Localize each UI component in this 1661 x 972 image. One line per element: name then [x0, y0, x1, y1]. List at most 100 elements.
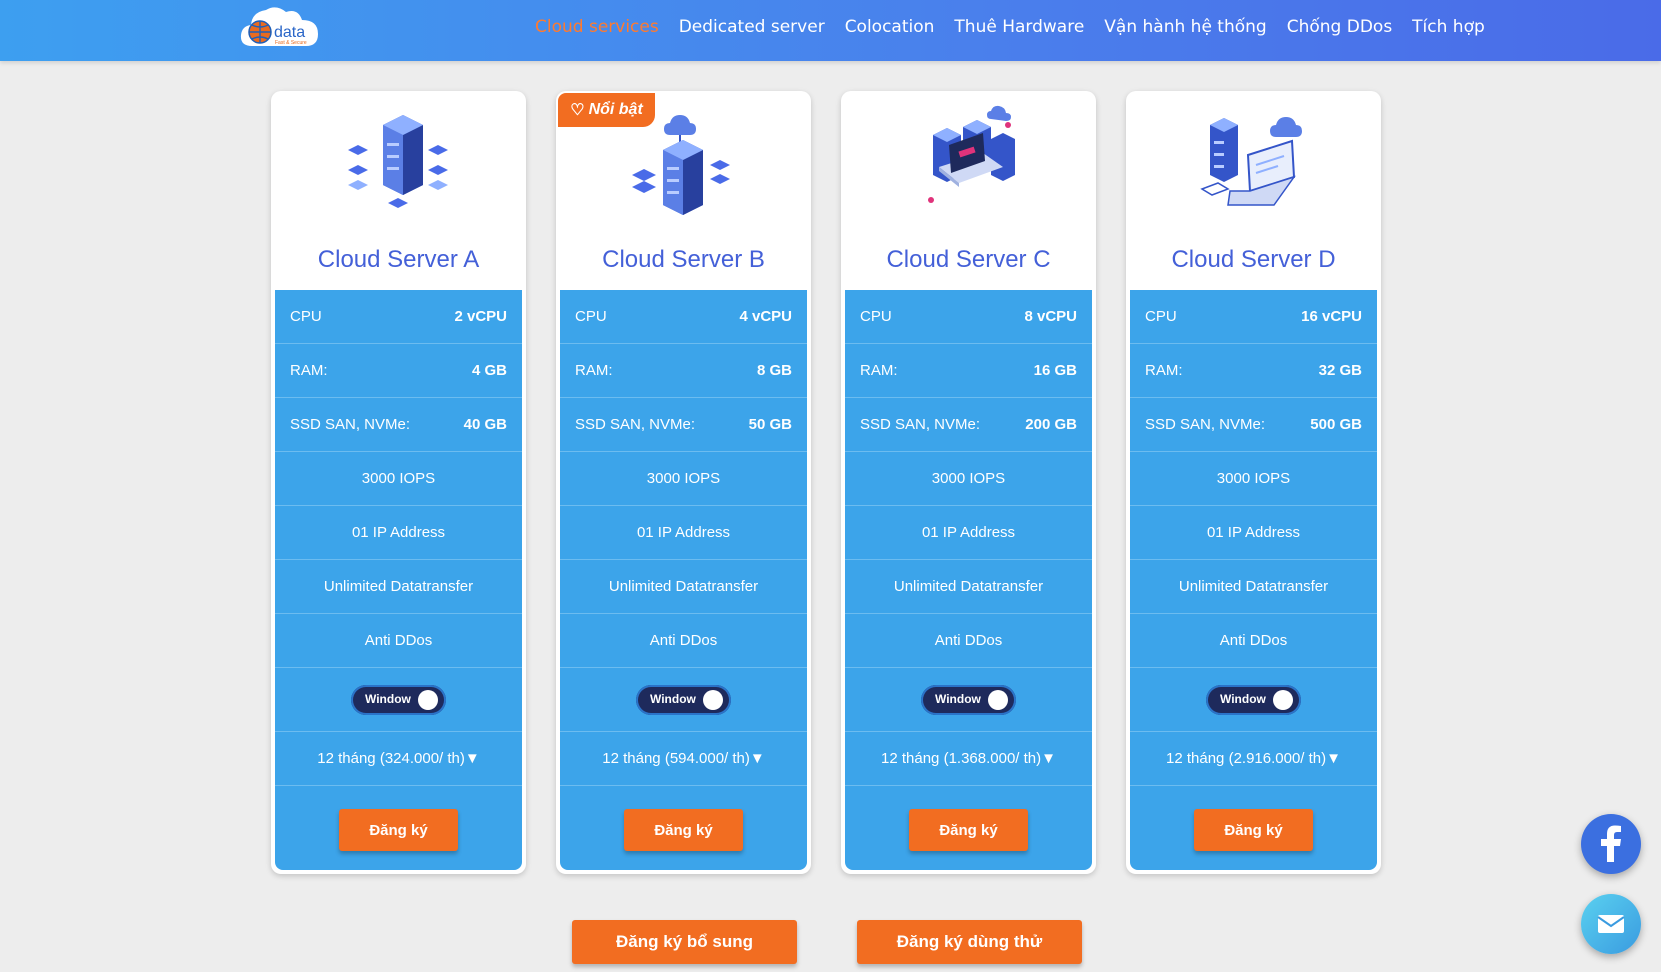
- top-navbar: data Fast & Secure Cloud services Dedica…: [0, 0, 1661, 61]
- toggle-knob: [418, 689, 438, 710]
- spec-row-cpu: CPU 4 vCPU: [560, 290, 807, 344]
- billing-period-select[interactable]: 12 tháng (1.368.000/ th)▼: [845, 732, 1092, 786]
- spec-value: 50 GB: [748, 416, 792, 433]
- spec-row-ram: RAM: 8 GB: [560, 344, 807, 398]
- spec-row-ssd: SSD SAN, NVMe: 200 GB: [845, 398, 1092, 452]
- spec-row-ram: RAM: 16 GB: [845, 344, 1092, 398]
- os-toggle[interactable]: Window: [351, 684, 446, 715]
- register-button[interactable]: Đăng ký: [909, 809, 1028, 851]
- cloud-laptop-illustration: [1188, 105, 1318, 225]
- spec-row-iops: 3000 IOPS: [275, 452, 522, 506]
- spec-value: 32 GB: [1318, 362, 1362, 379]
- toggle-label: Window: [935, 691, 981, 706]
- spec-value: 8 GB: [756, 362, 792, 379]
- plan-title: Cloud Server D: [1171, 246, 1336, 273]
- spec-label: RAM:: [860, 362, 898, 379]
- spec-row-ddos: Anti DDos: [845, 614, 1092, 668]
- plan-spec-panel: CPU 16 vCPU RAM: 32 GB SSD SAN, NVMe: 500 G…: [1130, 290, 1377, 870]
- nav-tich-hop[interactable]: Tích hợp: [1412, 17, 1485, 37]
- billing-period-select[interactable]: 12 tháng (324.000/ th)▼: [275, 732, 522, 786]
- billing-period-select[interactable]: 12 tháng (594.000/ th)▼: [560, 732, 807, 786]
- spec-row-ddos: Anti DDos: [560, 614, 807, 668]
- spec-label: CPU: [860, 308, 892, 325]
- spec-value: 16 GB: [1033, 362, 1077, 379]
- spec-row-ip: 01 IP Address: [560, 506, 807, 560]
- register-button[interactable]: Đăng ký: [1194, 809, 1313, 851]
- laptop-servers-illustration: [903, 105, 1033, 225]
- spec-row-transfer: Unlimited Datatransfer: [845, 560, 1092, 614]
- plan-title: Cloud Server A: [317, 246, 480, 273]
- spec-row-ip: 01 IP Address: [1130, 506, 1377, 560]
- toggle-label: Window: [1220, 691, 1266, 706]
- nav-chong-ddos[interactable]: Chống DDos: [1287, 17, 1392, 37]
- spec-value: 4 vCPU: [739, 308, 792, 325]
- spec-label: SSD SAN, NVMe:: [860, 416, 981, 433]
- spec-value: 4 GB: [471, 362, 507, 379]
- plan-card-a: Cloud Server A CPU 2 vCPU RAM: 4 GB SSD SA…: [271, 91, 526, 874]
- server-rack-illustration: [333, 105, 463, 225]
- plan-title: Cloud Server C: [886, 246, 1051, 273]
- spec-value: 8 vCPU: [1024, 308, 1077, 325]
- spec-row-ssd: SSD SAN, NVMe: 500 GB: [1130, 398, 1377, 452]
- svg-text:Fast & Secure: Fast & Secure: [275, 40, 307, 46]
- spec-row-ssd: SSD SAN, NVMe: 40 GB: [275, 398, 522, 452]
- nav-dedicated-server[interactable]: Dedicated server: [679, 17, 825, 37]
- register-extra-button[interactable]: Đăng ký bổ sung: [572, 920, 797, 964]
- plan-card-d: Cloud Server D CPU 16 vCPU RAM: 32 GB SSD …: [1126, 91, 1381, 874]
- spec-value: 200 GB: [1025, 416, 1077, 433]
- register-button[interactable]: Đăng ký: [339, 809, 458, 851]
- spec-row-ram: RAM: 32 GB: [1130, 344, 1377, 398]
- nav-colocation[interactable]: Colocation: [845, 17, 935, 37]
- plan-spec-panel: CPU 8 vCPU RAM: 16 GB SSD SAN, NVMe: 200 GB…: [845, 290, 1092, 870]
- spec-row-iops: 3000 IOPS: [560, 452, 807, 506]
- spec-label: SSD SAN, NVMe:: [1145, 416, 1266, 433]
- mail-button[interactable]: [1581, 894, 1641, 954]
- cloud-server-illustration: [618, 105, 748, 225]
- nav-cloud-services[interactable]: Cloud services: [535, 17, 659, 37]
- os-toggle-row: Window: [275, 668, 522, 732]
- spec-row-ssd: SSD SAN, NVMe: 50 GB: [560, 398, 807, 452]
- toggle-label: Window: [650, 691, 696, 706]
- spec-label: CPU: [1145, 308, 1177, 325]
- spec-row-ip: 01 IP Address: [275, 506, 522, 560]
- os-toggle-row: Window: [845, 668, 1092, 732]
- facebook-button[interactable]: [1581, 814, 1641, 874]
- toggle-knob: [703, 689, 723, 710]
- spec-label: CPU: [575, 308, 607, 325]
- spec-label: RAM:: [575, 362, 613, 379]
- facebook-icon: [1601, 825, 1621, 862]
- plan-spec-panel: CPU 4 vCPU RAM: 8 GB SSD SAN, NVMe: 50 GB 3…: [560, 290, 807, 870]
- spec-row-transfer: Unlimited Datatransfer: [560, 560, 807, 614]
- billing-period-select[interactable]: 12 tháng (2.916.000/ th)▼: [1130, 732, 1377, 786]
- spec-label: CPU: [290, 308, 322, 325]
- brand-logo[interactable]: data Fast & Secure: [238, 2, 322, 54]
- spec-label: RAM:: [1145, 362, 1183, 379]
- nav-thue-hardware[interactable]: Thuê Hardware: [954, 17, 1084, 37]
- main-nav: Cloud services Dedicated server Colocati…: [535, 0, 1505, 54]
- spec-row-ddos: Anti DDos: [1130, 614, 1377, 668]
- os-toggle-row: Window: [1130, 668, 1377, 732]
- heart-icon: ♡: [570, 102, 585, 119]
- plan-title: Cloud Server B: [602, 246, 765, 273]
- spec-row-cpu: CPU 16 vCPU: [1130, 290, 1377, 344]
- plan-card-b: ♡ Nổi bật Cloud Server B CPU 4 vCPU RAM: 8 …: [556, 91, 811, 874]
- spec-value: 40 GB: [463, 416, 507, 433]
- spec-row-ip: 01 IP Address: [845, 506, 1092, 560]
- plan-card-c: Cloud Server C CPU 8 vCPU RAM: 16 GB SSD S…: [841, 91, 1096, 874]
- os-toggle[interactable]: Window: [636, 684, 731, 715]
- register-button[interactable]: Đăng ký: [624, 809, 743, 851]
- os-toggle[interactable]: Window: [921, 684, 1016, 715]
- nav-van-hanh-he-thong[interactable]: Vận hành hệ thống: [1104, 17, 1266, 37]
- spec-row-ram: RAM: 4 GB: [275, 344, 522, 398]
- spec-value: 500 GB: [1310, 416, 1362, 433]
- register-trial-button[interactable]: Đăng ký dùng thử: [857, 920, 1082, 964]
- toggle-label: Window: [365, 691, 411, 706]
- spec-label: SSD SAN, NVMe:: [575, 416, 696, 433]
- os-toggle-row: Window: [560, 668, 807, 732]
- spec-label: RAM:: [290, 362, 328, 379]
- register-wrap: Đăng ký: [275, 786, 522, 874]
- cloud-logo-icon: data Fast & Secure: [240, 7, 318, 46]
- spec-value: 16 vCPU: [1301, 308, 1362, 325]
- register-wrap: Đăng ký: [1130, 786, 1377, 874]
- os-toggle[interactable]: Window: [1206, 684, 1301, 715]
